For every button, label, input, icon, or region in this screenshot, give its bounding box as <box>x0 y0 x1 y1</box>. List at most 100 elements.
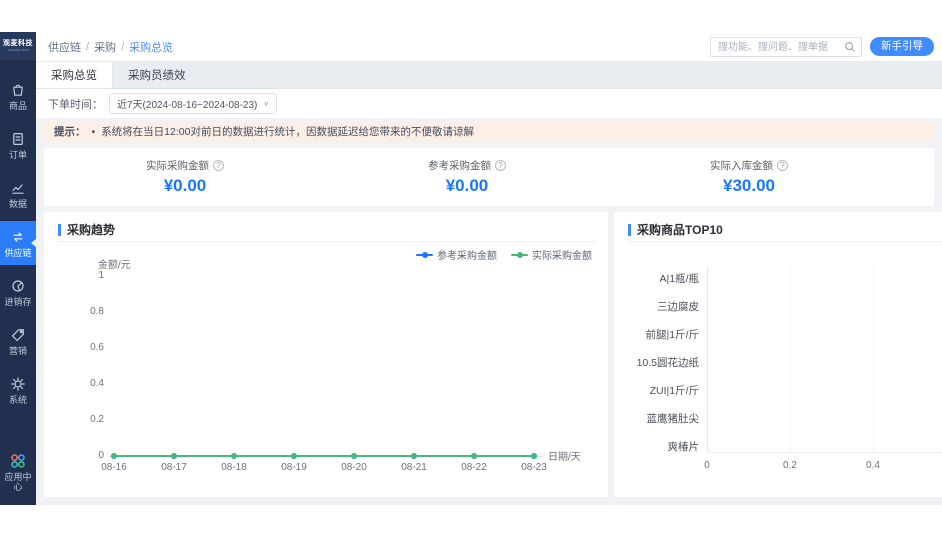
app-frame: 观麦科技 GUANMAI TECH 商品订单数据供应链进销存营销系统 应用中心 … <box>0 32 942 505</box>
metric-value: ¥0.00 <box>164 176 207 196</box>
breadcrumb-separator: / <box>86 41 89 53</box>
gridline <box>790 266 791 452</box>
filter-row: 下单时间： 近7天(2024-08-16~2024-08-23) ∨ <box>36 89 942 118</box>
search-input[interactable] <box>710 37 862 57</box>
x-axis-tick: 0.2 <box>775 460 805 471</box>
title-accent-bar <box>58 224 61 236</box>
top-bar: 供应链/采购/采购总览 新手引导 <box>36 32 942 62</box>
legend-marker <box>416 252 433 258</box>
data-icon <box>10 180 26 196</box>
content-area: 提示： • 系统将在当日12:00对前日的数据进行统计，因数据延迟给您带来的不便… <box>36 118 942 505</box>
logo-title: 观麦科技 <box>3 40 33 48</box>
metric-label: 实际采购金额 <box>146 158 209 173</box>
metric-label: 参考采购金额 <box>428 158 491 173</box>
chart-legend: 参考采购金额 实际采购金额 <box>416 247 592 262</box>
app-center-icon <box>10 453 26 469</box>
metric-实际入库金额: 实际入库金额?¥30.00 <box>608 148 890 206</box>
top10-title-text: 采购商品TOP10 <box>637 221 723 238</box>
data-point[interactable] <box>351 453 357 459</box>
category-label: A|1瓶/瓶 <box>619 271 699 286</box>
purchase-trend-title: 采购趋势 <box>58 221 115 238</box>
sidebar-item-label: 应用中心 <box>1 472 35 492</box>
data-point[interactable] <box>291 453 297 459</box>
sidebar-item-进销存[interactable]: 进销存 <box>0 270 36 314</box>
help-icon[interactable]: ? <box>213 160 224 171</box>
legend-item-实际采购金额[interactable]: 实际采购金额 <box>511 247 592 262</box>
metric-实际采购金额: 实际采购金额? ¥0.00 <box>44 148 326 206</box>
sidebar-item-label: 营销 <box>1 346 35 356</box>
data-point[interactable] <box>471 453 477 459</box>
x-axis-tick: 08-20 <box>332 462 376 473</box>
x-axis-tick: 08-18 <box>212 462 256 473</box>
notice-text: 系统将在当日12:00对前日的数据进行统计，因数据延迟给您带来的不便敬请谅解 <box>101 124 474 139</box>
data-point[interactable] <box>411 453 417 459</box>
title-accent-bar <box>628 224 631 236</box>
breadcrumb-item-供应链: 供应链 <box>48 39 81 55</box>
sidebar-item-商品[interactable]: 商品 <box>0 74 36 118</box>
active-indicator-arrow <box>31 239 36 247</box>
category-label: 爽椿片 <box>619 439 699 454</box>
x-axis-tick: 08-17 <box>152 462 196 473</box>
beginner-guide-button[interactable]: 新手引导 <box>870 37 934 56</box>
topbar-right: 新手引导 <box>710 37 934 57</box>
tab-采购总览[interactable]: 采购总览 <box>36 62 113 88</box>
category-label: ZUI|1斤/斤 <box>619 383 699 398</box>
page: 观麦科技 GUANMAI TECH 商品订单数据供应链进销存营销系统 应用中心 … <box>0 0 942 543</box>
orders-icon <box>10 131 26 147</box>
sidebar-item-应用中心[interactable]: 应用中心 <box>1 445 35 499</box>
sidebar-item-供应链[interactable]: 供应链 <box>0 221 36 265</box>
sidebar-item-label: 进销存 <box>1 297 35 307</box>
x-axis-tick: 08-16 <box>92 462 136 473</box>
data-point[interactable] <box>171 453 177 459</box>
logo-subtitle: GUANMAI TECH <box>8 48 29 52</box>
search-icon[interactable] <box>844 40 856 52</box>
legend-item-参考采购金额[interactable]: 参考采购金额 <box>416 247 497 262</box>
x-axis-tick: 0.4 <box>858 460 888 471</box>
sidebar-item-订单[interactable]: 订单 <box>0 123 36 167</box>
sidebar-item-数据[interactable]: 数据 <box>0 172 36 216</box>
help-icon[interactable]: ? <box>495 160 506 171</box>
help-icon[interactable]: ? <box>777 160 788 171</box>
sidebar-item-系统[interactable]: 系统 <box>0 368 36 412</box>
metric-参考采购金额: 参考采购金额?¥0.00 <box>326 148 608 206</box>
data-point[interactable] <box>231 453 237 459</box>
legend-label: 实际采购金额 <box>532 247 592 262</box>
y-axis-tick: 1 <box>68 270 104 281</box>
order-time-filter-label: 下单时间： <box>48 96 103 112</box>
sidebar-item-label: 供应链 <box>1 248 35 258</box>
sidebar-item-label: 数据 <box>1 199 35 209</box>
breadcrumb-item-采购总览[interactable]: 采购总览 <box>129 39 173 55</box>
sidebar: 观麦科技 GUANMAI TECH 商品订单数据供应链进销存营销系统 应用中心 <box>0 32 36 505</box>
x-axis-tick: 08-19 <box>272 462 316 473</box>
sidebar-item-营销[interactable]: 营销 <box>0 319 36 363</box>
tab-采购员绩效[interactable]: 采购员绩效 <box>113 62 201 88</box>
supply-chain-icon <box>10 229 26 245</box>
y-axis-tick: 0.4 <box>68 378 104 389</box>
x-axis-name: 日期/天 <box>548 448 581 463</box>
inventory-icon <box>10 278 26 294</box>
gridline <box>707 266 708 452</box>
metrics-card: 实际采购金额? ¥0.00 参考采购金额?¥0.00实际入库金额?¥30.00 <box>44 148 934 206</box>
app-logo[interactable]: 观麦科技 GUANMAI TECH <box>0 32 36 60</box>
system-icon <box>10 376 26 392</box>
date-range-select[interactable]: 近7天(2024-08-16~2024-08-23) ∨ <box>109 93 277 114</box>
divider <box>628 241 942 242</box>
notice-prefix: 提示： <box>54 124 86 139</box>
sidebar-item-label: 订单 <box>1 150 35 160</box>
notice-bar: 提示： • 系统将在当日12:00对前日的数据进行统计，因数据延迟给您带来的不便… <box>44 122 934 141</box>
category-label: 10.5圆花边纸 <box>619 355 699 370</box>
x-axis-tick: 08-23 <box>512 462 556 473</box>
marketing-icon <box>10 327 26 343</box>
main-area: 供应链/采购/采购总览 新手引导 采购总览采购员绩效 下单时间： 近7天(202… <box>36 32 942 505</box>
bullet-icon: • <box>92 126 96 138</box>
y-axis-tick: 0.2 <box>68 414 104 425</box>
date-range-value: 近7天(2024-08-16~2024-08-23) <box>117 96 257 111</box>
category-label: 蓝鹰猪肚尖 <box>619 411 699 426</box>
divider <box>58 241 596 242</box>
data-point[interactable] <box>111 453 117 459</box>
x-axis-tick: 08-21 <box>392 462 436 473</box>
data-point[interactable] <box>531 453 537 459</box>
top10-products-card: 采购商品TOP10 00.20.4A|1瓶/瓶三边腐皮前腿|1斤/斤10.5圆花… <box>614 212 942 497</box>
y-axis-tick: 0.8 <box>68 306 104 317</box>
tab-strip: 采购总览采购员绩效 <box>36 62 942 89</box>
